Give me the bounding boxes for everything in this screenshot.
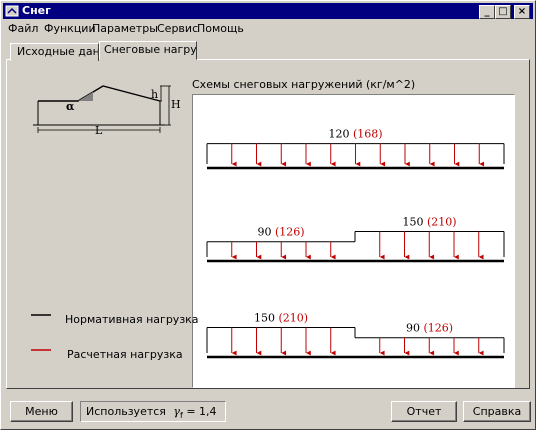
scheme-2-seg-1-normative: 90: [406, 322, 424, 335]
alpha-label: α: [66, 100, 75, 113]
menu-button[interactable]: Меню: [10, 401, 73, 422]
scheme-2-seg-0-label: 150 (210): [254, 312, 308, 325]
menu-file[interactable]: Файл: [8, 22, 38, 35]
status-value: = 1,4: [186, 405, 217, 418]
title-bar[interactable]: Снег _ □ ×: [3, 3, 533, 19]
minimize-button[interactable]: _: [479, 5, 495, 19]
legend-normative-label: Нормативная нагрузка: [65, 313, 199, 326]
menu-parameters[interactable]: Параметры: [92, 22, 158, 35]
window-title: Снег: [22, 4, 51, 17]
legend-normative-swatch: [31, 314, 51, 316]
scheme-2-seg-0-normative: 150: [254, 312, 279, 325]
load-schemes-panel: 120 (168) 90 (126) 150 (210) 150 (210) 90 (1…: [192, 94, 515, 388]
help-button[interactable]: Справка: [463, 401, 531, 422]
status-gamma-sub: f: [180, 411, 183, 421]
L-label: L: [95, 124, 103, 137]
tab-input-data[interactable]: Исходные данные: [10, 43, 99, 61]
scheme-2-seg-1-label: 90 (126): [406, 322, 453, 335]
legend-design-swatch: [31, 349, 51, 351]
close-button[interactable]: ×: [514, 5, 530, 19]
app-icon: [5, 5, 19, 17]
scheme-1-seg-0-normative: 90: [257, 226, 275, 239]
scheme-1-seg-1-design: (210): [427, 216, 457, 229]
tab-snow-loads[interactable]: Снеговые нагрузки: [99, 41, 197, 60]
status-prefix: Используется: [86, 405, 166, 418]
status-field: Используется γf = 1,4: [80, 401, 226, 422]
status-gamma: γ: [173, 405, 180, 418]
report-button[interactable]: Отчет: [391, 401, 457, 422]
scheme-1-seg-0-design: (126): [275, 226, 305, 239]
scheme-2-seg-1-design: (126): [423, 322, 453, 335]
scheme-0-seg-0-normative: 120: [328, 128, 353, 141]
scheme-1-seg-1-normative: 150: [402, 216, 427, 229]
H-label: H: [171, 98, 181, 111]
scheme-0-seg-0-label: 120 (168): [328, 128, 382, 141]
menu-service[interactable]: Сервис: [157, 22, 198, 35]
load-schemes-chart: 120 (168)90 (126)150 (210)150 (210)90 (1…: [206, 128, 505, 359]
scheme-0-seg-0-design: (168): [353, 128, 383, 141]
scheme-1-seg-0-label: 90 (126): [257, 226, 304, 239]
menu-functions[interactable]: Функции: [44, 22, 96, 35]
scheme-2-seg-0-design: (210): [278, 312, 308, 325]
maximize-button[interactable]: □: [495, 5, 511, 19]
schemes-title: Схемы снеговых нагружений (кг/м^2): [192, 78, 416, 91]
legend-design-label: Расчетная нагрузка: [67, 348, 183, 361]
menu-help[interactable]: Помощь: [197, 22, 244, 35]
scheme-1-seg-1-label: 150 (210): [402, 216, 456, 229]
h-label: h: [151, 88, 158, 101]
roof-diagram: α h H L: [33, 85, 181, 137]
main-window: Снег _ □ × Файл Функции Параметры Сервис…: [0, 0, 536, 430]
roof-outline: [38, 85, 161, 102]
